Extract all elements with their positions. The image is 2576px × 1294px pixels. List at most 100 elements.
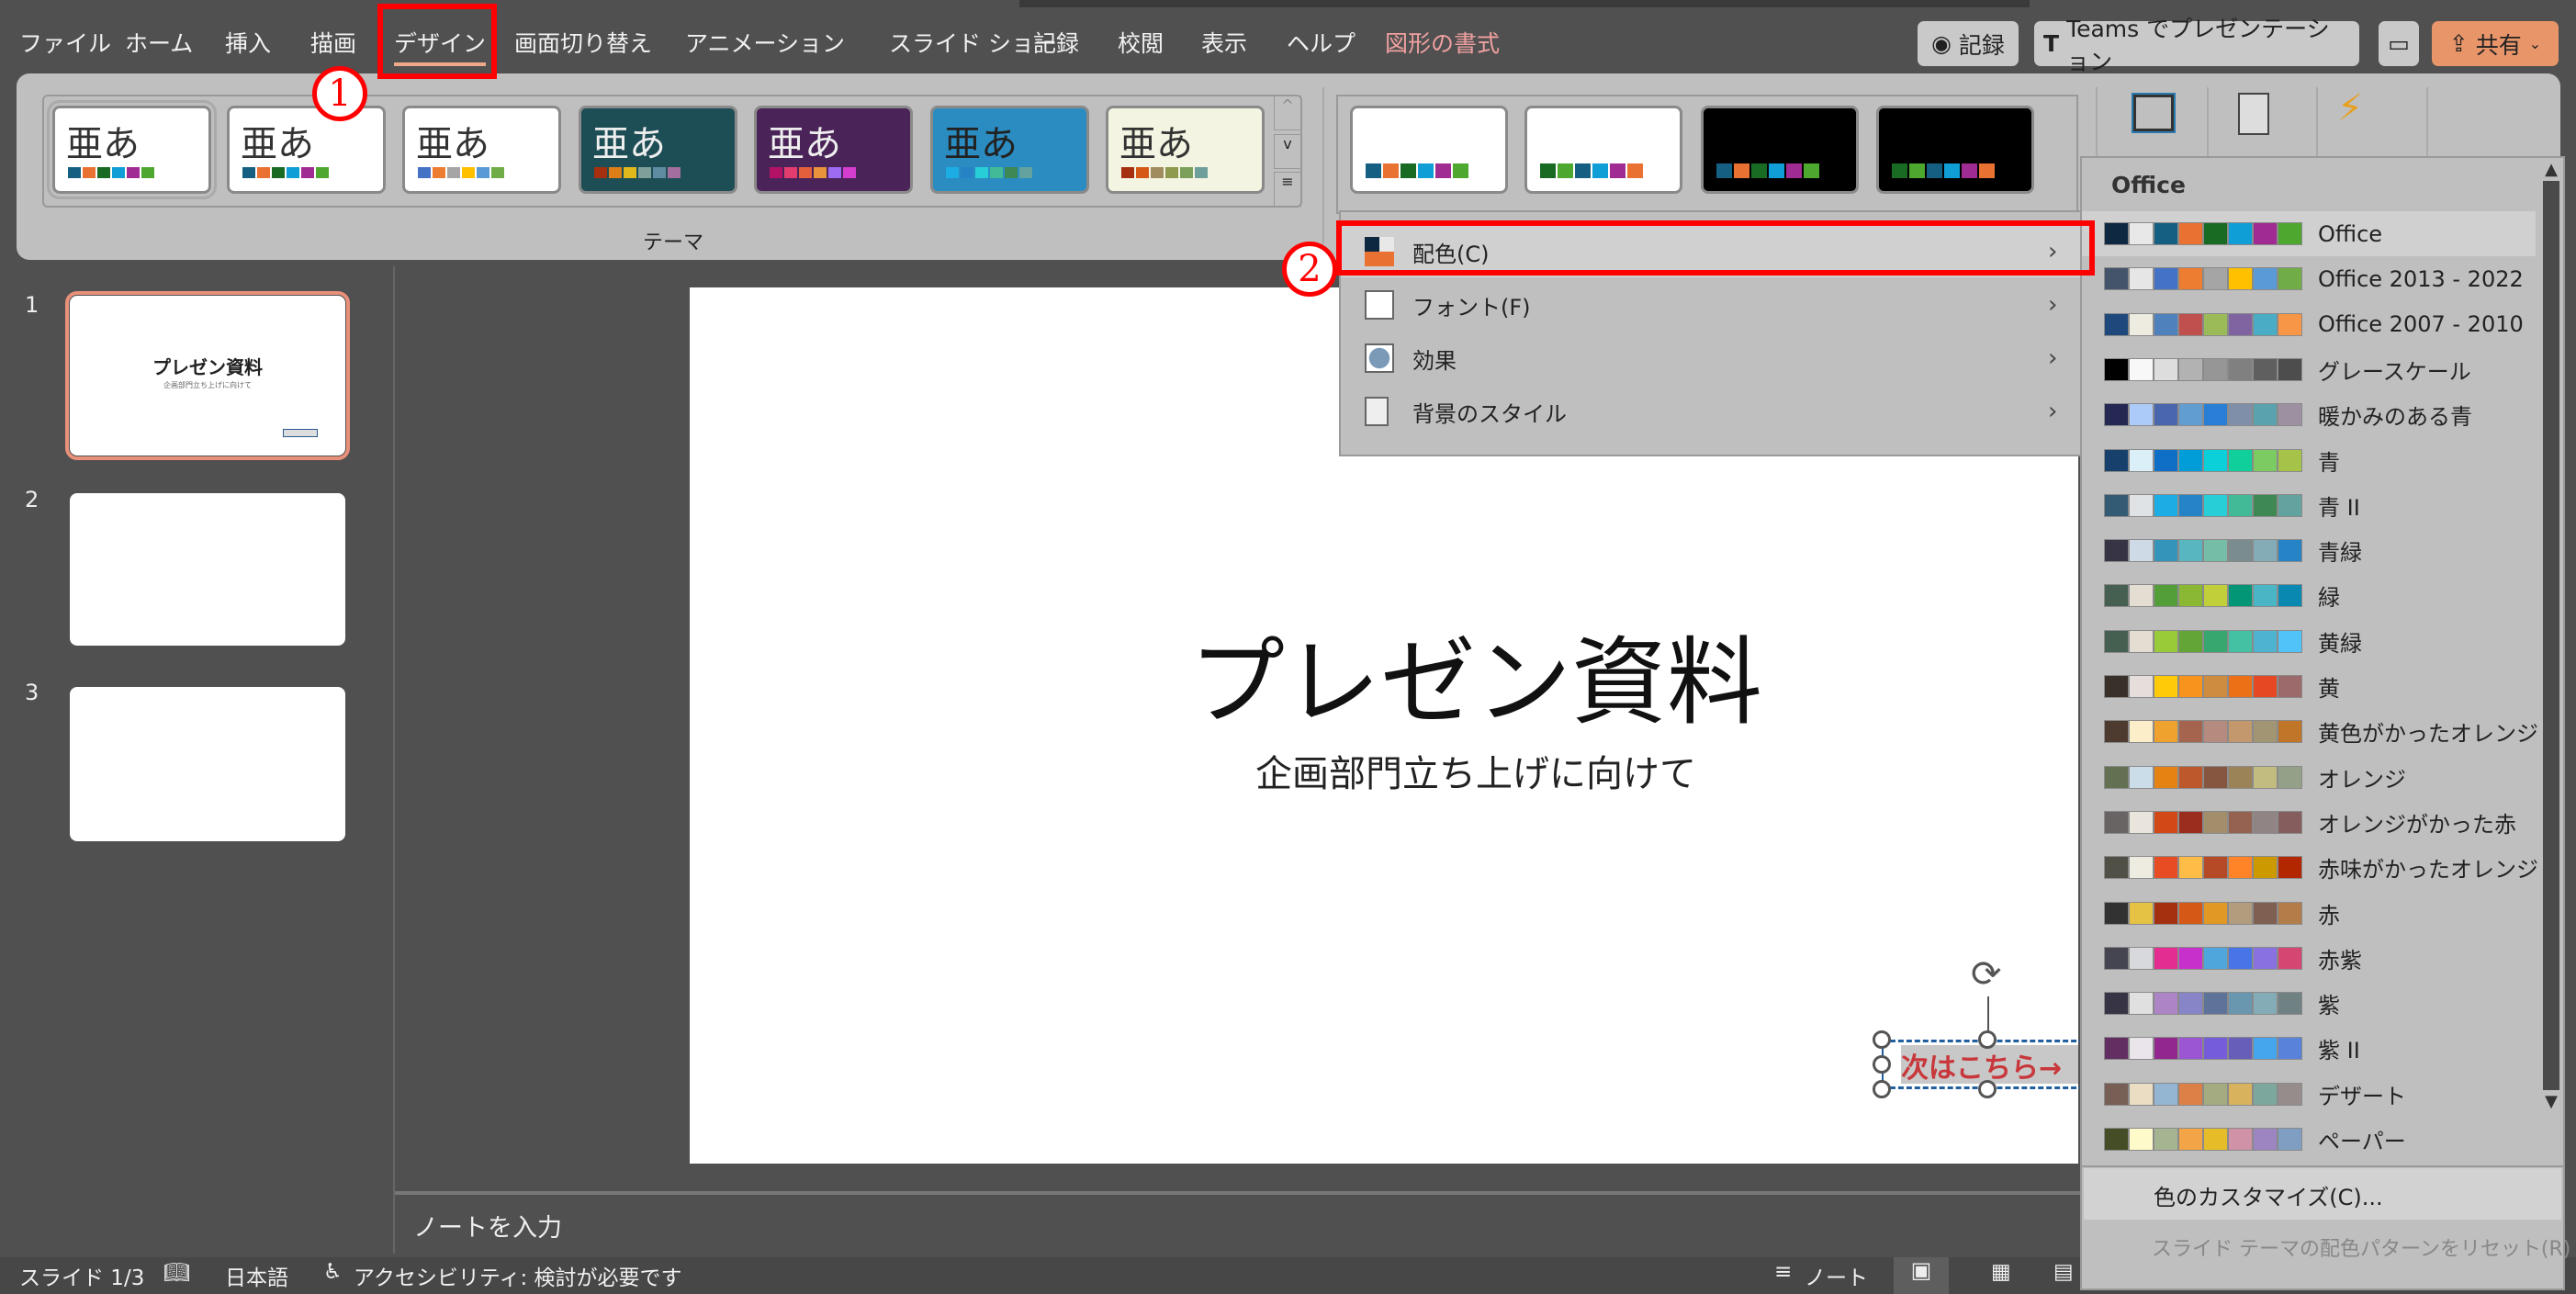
next-textbox[interactable]: 次はこちら→ xyxy=(1901,1045,2078,1084)
annotation-step-2: 2 xyxy=(1282,242,1337,297)
scroll-thumb[interactable] xyxy=(2543,181,2559,1090)
designer-button[interactable]: ⚡ xyxy=(2337,87,2402,142)
variant-palette xyxy=(1366,163,1468,178)
theme-thumbnail[interactable]: 亜あ xyxy=(930,106,1089,194)
color-scheme-item[interactable]: 赤紫 xyxy=(2082,936,2536,981)
tab-6[interactable]: アニメーション xyxy=(685,26,845,59)
scroll-down-icon[interactable]: ▼ xyxy=(2541,1092,2561,1111)
scheme-swatches xyxy=(2104,267,2302,291)
theme-thumbnail[interactable]: 亜あ xyxy=(47,100,217,199)
normal-view-button[interactable]: ▣ xyxy=(1894,1257,1949,1294)
customize-colors-item[interactable]: 色のカスタマイズ(C)... xyxy=(2084,1168,2561,1220)
share-button[interactable]: ⇪ 共有 ⌄ xyxy=(2432,21,2559,66)
slide-thumbnail-3[interactable] xyxy=(70,687,345,841)
color-scheme-item[interactable]: ペーパー xyxy=(2082,1117,2536,1162)
slide-thumbnail-1[interactable]: プレゼン資料 企画部門立ち上げに向けて xyxy=(65,291,350,460)
color-swatch xyxy=(2154,630,2177,652)
rotate-handle-icon[interactable]: ⟳ xyxy=(1971,953,2002,996)
tab-8[interactable]: 記録 xyxy=(1033,26,1079,59)
chevron-right-icon: › xyxy=(2048,344,2058,372)
theme-thumbnail[interactable]: 亜あ xyxy=(402,106,561,194)
slide-size-icon xyxy=(2132,93,2176,133)
theme-thumbnail[interactable]: 亜あ xyxy=(754,106,913,194)
color-swatch xyxy=(2254,766,2277,788)
reading-view-icon[interactable]: ▤ xyxy=(2053,1260,2074,1284)
language-status[interactable]: 日本語 xyxy=(225,1260,288,1291)
color-scheme-item[interactable]: 緑 xyxy=(2082,573,2536,618)
ribbon-divider xyxy=(2096,87,2098,156)
tab-3[interactable]: 描画 xyxy=(310,26,356,59)
color-scheme-item[interactable]: 赤 xyxy=(2082,891,2536,936)
record-button[interactable]: ◉ 記録 xyxy=(1918,21,2019,66)
accessibility-status[interactable]: アクセシビリティ: 検討が必要です xyxy=(354,1260,682,1291)
spellcheck-icon[interactable]: 📖︎ xyxy=(163,1260,190,1285)
color-scheme-item[interactable]: 黄 xyxy=(2082,664,2536,709)
resize-handle[interactable] xyxy=(1978,1030,1997,1049)
color-scheme-item[interactable]: Office 2013 - 2022 xyxy=(2082,256,2536,301)
variant-thumbnail[interactable] xyxy=(1350,106,1508,194)
gallery-scroll-up[interactable]: ^ xyxy=(1274,96,1301,130)
color-scheme-item[interactable]: デザート xyxy=(2082,1072,2536,1117)
color-swatch xyxy=(2179,223,2202,244)
resize-handle[interactable] xyxy=(1978,1080,1997,1098)
tab-12[interactable]: 図形の書式 xyxy=(1385,26,1500,59)
gallery-more[interactable]: ≡ xyxy=(1274,172,1301,207)
color-scheme-item[interactable]: オレンジがかった赤 xyxy=(2082,800,2536,845)
comments-button[interactable]: ▭ xyxy=(2379,21,2419,66)
color-swatch xyxy=(2204,902,2227,924)
color-scheme-item[interactable]: 青 II xyxy=(2082,483,2536,528)
teams-present-button[interactable]: T Teams でプレゼンテーション xyxy=(2034,16,2359,75)
color-swatch xyxy=(2105,766,2128,788)
theme-thumbnail[interactable]: 亜あ xyxy=(227,106,386,194)
slide-title[interactable]: プレゼン資料 xyxy=(690,604,2262,743)
color-scheme-item[interactable]: 暖かみのある青 xyxy=(2082,392,2536,437)
color-scheme-item[interactable]: 黄色がかったオレンジ xyxy=(2082,709,2538,754)
color-scheme-item[interactable]: 紫 II xyxy=(2082,1026,2536,1071)
submenu-scrollbar[interactable]: ▲ ▼ xyxy=(2541,160,2561,1133)
slide-sorter-icon[interactable]: ▦ xyxy=(1991,1260,2011,1284)
menu-item-3[interactable]: 背景のスタイル › xyxy=(1341,386,2081,437)
accessibility-icon[interactable]: ♿︎ xyxy=(323,1260,343,1284)
variant-thumbnail[interactable] xyxy=(1524,106,1682,194)
tab-7[interactable]: スライド ショー xyxy=(889,26,1057,59)
color-scheme-item[interactable]: 青緑 xyxy=(2082,528,2536,573)
color-scheme-item[interactable]: オレンジ xyxy=(2082,755,2536,800)
slide-subtitle[interactable]: 企画部門立ち上げに向けて xyxy=(690,744,2262,797)
color-swatch xyxy=(2130,1129,2153,1150)
tab-0[interactable]: ファイル xyxy=(19,26,111,59)
tab-10[interactable]: 表示 xyxy=(1201,26,1247,59)
tab-9[interactable]: 校閲 xyxy=(1118,26,1164,59)
resize-handle[interactable] xyxy=(1873,1030,1891,1049)
color-swatch xyxy=(141,167,154,178)
color-swatch xyxy=(843,167,856,178)
color-swatch xyxy=(2254,358,2277,380)
resize-handle[interactable] xyxy=(1873,1080,1891,1098)
theme-thumbnail[interactable]: 亜あ xyxy=(579,106,737,194)
variant-thumbnail[interactable] xyxy=(1876,106,2034,194)
resize-handle[interactable] xyxy=(1873,1055,1891,1074)
format-background-button[interactable] xyxy=(2227,87,2282,142)
notes-input[interactable]: ノートを入力 xyxy=(413,1208,562,1243)
color-scheme-item[interactable]: 青 xyxy=(2082,438,2536,483)
menu-item-1[interactable]: フォント(F) › xyxy=(1341,279,2081,331)
slide-size-button[interactable] xyxy=(2126,87,2181,142)
color-swatch xyxy=(1136,167,1149,178)
color-scheme-item[interactable]: グレースケール xyxy=(2082,347,2536,392)
color-scheme-item[interactable]: 黄緑 xyxy=(2082,619,2536,664)
menu-item-2[interactable]: 効果 › xyxy=(1341,332,2081,384)
color-scheme-item[interactable]: Office xyxy=(2082,211,2536,256)
tab-2[interactable]: 挿入 xyxy=(225,26,271,59)
theme-thumbnail[interactable]: 亜あ xyxy=(1106,106,1265,194)
notes-toggle-icon[interactable]: ≡ xyxy=(1774,1260,1792,1284)
color-scheme-item[interactable]: 紫 xyxy=(2082,981,2536,1026)
tab-11[interactable]: ヘルプ xyxy=(1287,26,1355,59)
tab-1[interactable]: ホーム xyxy=(125,26,193,59)
slide-thumbnail-2[interactable] xyxy=(70,493,345,646)
variant-thumbnail[interactable] xyxy=(1701,106,1859,194)
scroll-up-icon[interactable]: ▲ xyxy=(2541,160,2561,179)
color-scheme-item[interactable]: 赤味がかったオレンジ xyxy=(2082,845,2538,890)
notes-toggle[interactable]: ノート xyxy=(1805,1260,1868,1291)
color-scheme-item[interactable]: Office 2007 - 2010 xyxy=(2082,302,2536,347)
gallery-scroll-down[interactable]: v xyxy=(1274,134,1301,169)
tab-5[interactable]: 画面切り替え xyxy=(514,26,652,59)
